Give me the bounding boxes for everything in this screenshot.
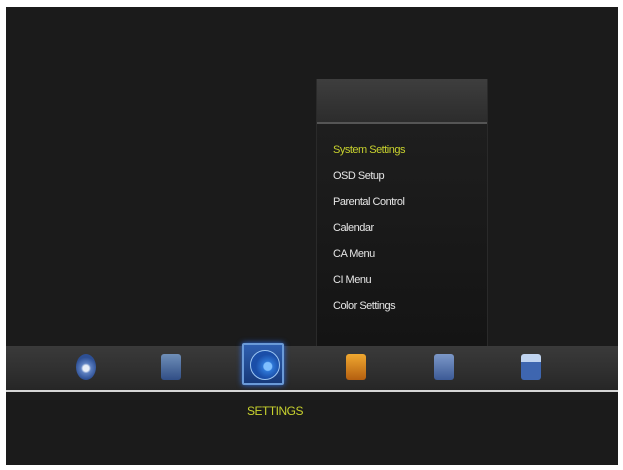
selected-menu-caption: SETTINGS	[247, 404, 304, 418]
menu-item-color-settings[interactable]: Color Settings	[333, 293, 405, 319]
settings-submenu-panel: System Settings OSD Setup Parental Contr…	[316, 79, 488, 347]
tv-icon	[161, 354, 181, 380]
tv-screen: System Settings OSD Setup Parental Contr…	[6, 7, 618, 465]
dock-item-folder[interactable]	[346, 354, 366, 380]
menu-item-ci-menu[interactable]: CI Menu	[333, 267, 405, 293]
menu-item-calendar[interactable]: Calendar	[333, 215, 405, 241]
folder-icon	[346, 354, 366, 380]
menu-item-parental-control[interactable]: Parental Control	[333, 189, 405, 215]
satellite-icon	[76, 354, 96, 380]
monitor-icon	[521, 354, 541, 380]
settings-submenu: System Settings OSD Setup Parental Contr…	[333, 137, 405, 319]
menu-item-osd-setup[interactable]: OSD Setup	[333, 163, 405, 189]
submenu-header	[317, 79, 487, 124]
dock-item-globe[interactable]	[434, 354, 454, 380]
menu-item-ca-menu[interactable]: CA Menu	[333, 241, 405, 267]
dock-item-settings[interactable]	[242, 343, 284, 385]
dock-item-satellite[interactable]	[76, 354, 96, 380]
dock-item-tv[interactable]	[161, 354, 181, 380]
globe-icon	[434, 354, 454, 380]
settings-icon	[250, 350, 280, 380]
dock-item-monitor[interactable]	[521, 354, 541, 380]
menu-item-system-settings[interactable]: System Settings	[333, 137, 405, 163]
main-menu-dock	[6, 343, 618, 392]
